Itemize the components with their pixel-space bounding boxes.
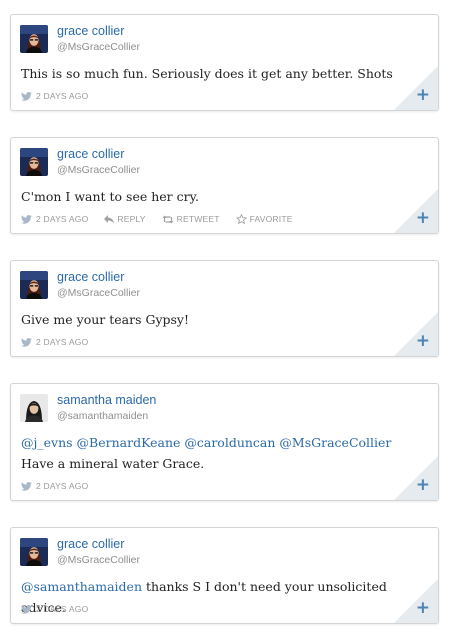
tweet-card: grace collier @MsGraceCollier @samantham… (10, 527, 439, 624)
reply-button[interactable]: REPLY (104, 214, 145, 224)
tweet-text-segment: Give me your tears Gypsy! (21, 312, 190, 327)
bird-icon (21, 337, 32, 347)
tweet-meta: 2 DAYS AGO (21, 604, 88, 614)
author-handle[interactable]: @MsGraceCollier (57, 41, 140, 53)
bird-icon (21, 481, 32, 491)
avatar[interactable] (20, 538, 48, 566)
author-name[interactable]: grace collier (57, 537, 124, 551)
timestamp[interactable]: 2 DAYS AGO (36, 91, 88, 101)
mention-link[interactable]: @j_evns (21, 435, 73, 450)
tweet-card: grace collier @MsGraceCollier C'mon I wa… (10, 137, 439, 234)
expand-corner[interactable]: + (394, 66, 438, 110)
tweet-card: grace collier @MsGraceCollier This is so… (10, 14, 439, 111)
tweet-text: @j_evns @BernardKeane @carolduncan @MsGr… (21, 432, 424, 474)
tweet-meta: 2 DAYS AGO (21, 337, 88, 347)
mention-link[interactable]: @MsGraceCollier (279, 435, 391, 450)
tweet-meta: 2 DAYS AGO (21, 91, 88, 101)
tweet-text: C'mon I want to see her cry. (21, 186, 424, 207)
timestamp[interactable]: 2 DAYS AGO (36, 337, 88, 347)
tweet-text-segment: Have a mineral water Grace. (21, 456, 205, 471)
plus-icon[interactable]: + (416, 210, 430, 227)
timestamp[interactable]: 2 DAYS AGO (36, 604, 88, 614)
mention-link[interactable]: @samanthamaiden (21, 579, 142, 594)
bird-icon (21, 91, 32, 101)
author-name[interactable]: grace collier (57, 147, 124, 161)
mention-link[interactable]: @BernardKeane (77, 435, 181, 450)
author-name[interactable]: grace collier (57, 270, 124, 284)
author-name[interactable]: grace collier (57, 24, 124, 38)
avatar[interactable] (20, 394, 48, 422)
avatar[interactable] (20, 271, 48, 299)
avatar[interactable] (20, 148, 48, 176)
plus-icon[interactable]: + (416, 600, 430, 617)
tweet-card: grace collier @MsGraceCollier Give me yo… (10, 260, 439, 357)
bird-icon (21, 604, 32, 614)
tweet-text-segment: C'mon I want to see her cry. (21, 189, 199, 204)
expand-corner[interactable]: + (394, 312, 438, 356)
author-handle[interactable]: @MsGraceCollier (57, 164, 140, 176)
author-handle[interactable]: @samanthamaiden (57, 410, 148, 422)
tweet-card: samantha maiden @samanthamaiden @j_evns … (10, 383, 439, 501)
favorite-button[interactable]: FAVORITE (235, 214, 293, 224)
timestamp[interactable]: 2 DAYS AGO (36, 214, 88, 224)
tweet-meta: 2 DAYS AGO REPLY RETWEET FAVORITE (21, 214, 293, 224)
tweet-text: Give me your tears Gypsy! (21, 309, 424, 330)
tweet-meta: 2 DAYS AGO (21, 481, 88, 491)
author-name[interactable]: samantha maiden (57, 393, 156, 407)
retweet-label: RETWEET (176, 214, 220, 224)
bird-icon (21, 214, 32, 224)
expand-corner[interactable]: + (394, 579, 438, 623)
reply-label: REPLY (117, 214, 146, 224)
retweet-button[interactable]: RETWEET (162, 214, 220, 224)
author-handle[interactable]: @MsGraceCollier (57, 287, 140, 299)
tweet-text: This is so much fun. Seriously does it g… (21, 63, 424, 84)
plus-icon[interactable]: + (416, 477, 430, 494)
star-icon (235, 214, 247, 224)
author-handle[interactable]: @MsGraceCollier (57, 554, 140, 566)
expand-corner[interactable]: + (394, 456, 438, 500)
mention-link[interactable]: @carolduncan (184, 435, 275, 450)
expand-corner[interactable]: + (394, 189, 438, 233)
avatar[interactable] (20, 25, 48, 53)
reply-icon (104, 214, 115, 224)
plus-icon[interactable]: + (416, 87, 430, 104)
plus-icon[interactable]: + (416, 333, 430, 350)
favorite-label: FAVORITE (249, 214, 293, 224)
tweet-text-segment: This is so much fun. Seriously does it g… (21, 66, 393, 81)
timestamp[interactable]: 2 DAYS AGO (36, 481, 88, 491)
retweet-icon (162, 215, 174, 224)
